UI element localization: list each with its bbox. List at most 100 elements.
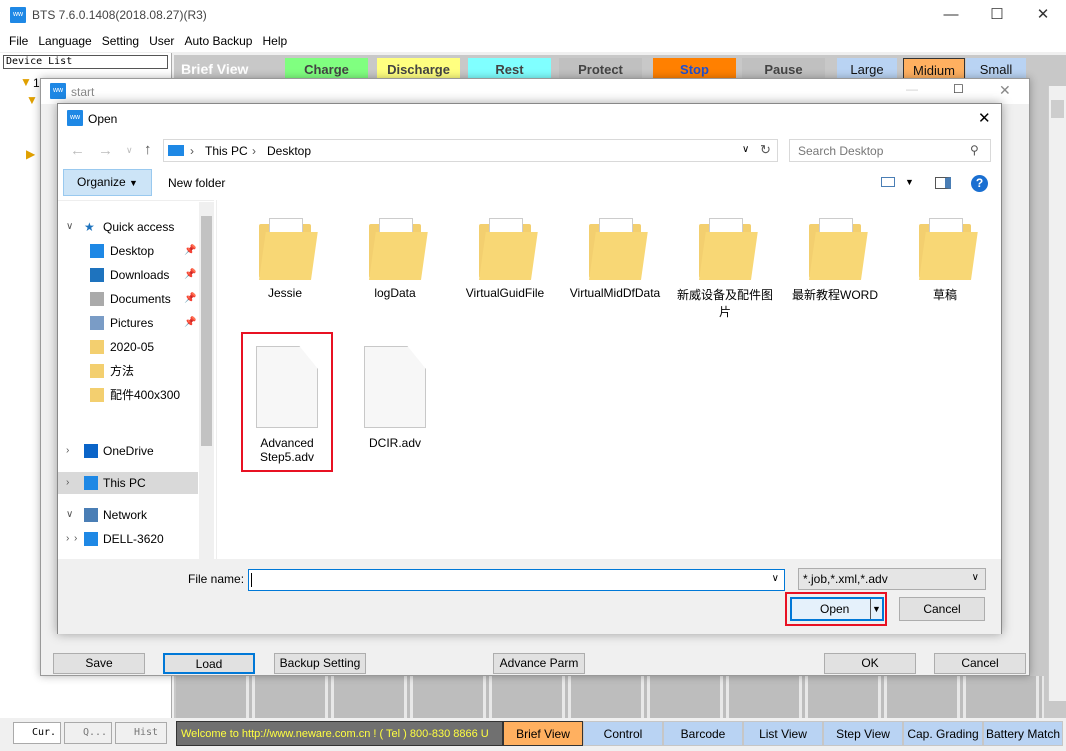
folder-item[interactable]: 最新教程WORD [785, 218, 885, 303]
tree-collapsed-icon[interactable]: ▶ [26, 147, 35, 161]
breadcrumb-desktop[interactable]: Desktop [267, 144, 311, 158]
backup-setting-button[interactable]: Backup Setting [274, 653, 366, 674]
nav-item[interactable]: Desktop 📌 [58, 240, 198, 262]
menu-help[interactable]: Help [262, 34, 287, 48]
toolbar-rest-button[interactable]: Rest [468, 58, 551, 80]
close-button[interactable]: ✕ [1020, 0, 1066, 30]
new-folder-button[interactable]: New folder [168, 176, 225, 190]
menu-auto-backup[interactable]: Auto Backup [184, 34, 252, 48]
address-dropdown-icon[interactable]: ∨ [742, 144, 749, 155]
advance-parm-button[interactable]: Advance Parm [493, 653, 585, 674]
nav-item[interactable]: › OneDrive [58, 440, 198, 462]
bottom-tab[interactable]: Barcode [663, 721, 743, 746]
nav-item-label: Quick access [103, 220, 175, 234]
chevron-right-icon[interactable]: › [74, 528, 77, 550]
folder-item[interactable]: VirtualGuidFile [455, 218, 555, 300]
load-button[interactable]: Load [163, 653, 255, 674]
file-item[interactable]: DCIR.adv [345, 346, 445, 450]
search-input[interactable]: Search Desktop ⚲ [789, 139, 991, 162]
bottom-tab[interactable]: Cap. Grading [903, 721, 983, 746]
recent-chevron-icon[interactable]: ∨ [126, 145, 133, 156]
bottom-tab[interactable]: Step View [823, 721, 903, 746]
folder-item[interactable]: logData [345, 218, 445, 300]
chevron-right-icon[interactable]: › [66, 440, 69, 462]
toolbar-stop-button[interactable]: Stop [653, 58, 736, 80]
nav-item[interactable]: 方法 [58, 360, 198, 382]
left-tab-current[interactable]: Cur. [13, 722, 61, 744]
start-minimize-button[interactable]: — [906, 82, 918, 96]
cancel-button[interactable]: Cancel [899, 597, 985, 621]
bottom-tab[interactable]: Battery Match [983, 721, 1063, 746]
size-midium-button[interactable]: Midium [903, 58, 965, 80]
forward-icon[interactable]: → [98, 142, 113, 159]
folder-item[interactable]: VirtualMidDfData [565, 218, 665, 300]
search-icon[interactable]: ⚲ [970, 143, 979, 157]
file-type-select[interactable]: *.job,*.xml,*.adv ∨ [798, 568, 986, 590]
bottom-tab[interactable]: Brief View [503, 721, 583, 746]
address-bar[interactable]: › This PC › Desktop ∨ ↻ [163, 139, 778, 162]
start-cancel-button[interactable]: Cancel [934, 653, 1026, 674]
pin-icon[interactable]: 📌 [184, 312, 196, 334]
menu-bar: File Language Setting User Auto Backup Help [9, 34, 1059, 48]
chevron-down-icon[interactable]: ∨ [66, 216, 73, 238]
minimize-button[interactable]: — [928, 0, 974, 30]
start-maximize-button[interactable]: ☐ [953, 82, 964, 96]
right-scrollbar[interactable] [1048, 86, 1066, 701]
save-button[interactable]: Save [53, 653, 145, 674]
maximize-button[interactable]: ☐ [974, 0, 1020, 30]
up-icon[interactable]: ↑ [144, 141, 152, 158]
menu-setting[interactable]: Setting [102, 34, 139, 48]
size-large-button[interactable]: Large [837, 58, 897, 80]
nav-item[interactable]: Downloads 📌 [58, 264, 198, 286]
nav-item[interactable]: › This PC [58, 472, 198, 494]
file-name-input[interactable]: ∨ [248, 569, 785, 591]
size-small-button[interactable]: Small [966, 58, 1026, 80]
start-close-button[interactable]: ✕ [999, 82, 1011, 99]
menu-file[interactable]: File [9, 34, 28, 48]
breadcrumb-this-pc[interactable]: This PC [205, 144, 248, 158]
chevron-down-icon[interactable]: ∨ [66, 504, 73, 526]
pin-icon[interactable]: 📌 [184, 240, 196, 262]
view-dropdown-icon[interactable]: ▼ [905, 177, 914, 187]
nav-item[interactable]: ∨ ★ Quick access [58, 216, 198, 238]
tree-node[interactable]: 1 [33, 76, 40, 90]
toolbar-protect-button[interactable]: Protect [559, 58, 642, 80]
view-options-icon[interactable] [881, 177, 895, 187]
toolbar-discharge-button[interactable]: Discharge [377, 58, 460, 80]
pin-icon[interactable]: 📌 [184, 264, 196, 286]
toolbar-charge-button[interactable]: Charge [285, 58, 368, 80]
tree-expand-icon[interactable]: ▼ [20, 75, 32, 89]
nav-item[interactable]: Documents 📌 [58, 288, 198, 310]
bottom-tab[interactable]: List View [743, 721, 823, 746]
left-tab-history[interactable]: Hist [115, 722, 167, 744]
chevron-right-icon[interactable]: › [66, 472, 69, 494]
tree-expand-icon[interactable]: ▼ [26, 93, 38, 107]
nav-item[interactable]: › › DELL-3620 [58, 528, 198, 550]
folder-item[interactable]: Jessie [235, 218, 335, 300]
file-item[interactable]: Advanced Step5.adv [241, 332, 333, 472]
refresh-icon[interactable]: ↻ [760, 142, 771, 158]
open-button[interactable]: Open ▼ [790, 597, 884, 621]
nav-item[interactable]: 配件400x300 [58, 384, 198, 406]
preview-pane-icon[interactable] [935, 177, 951, 189]
chevron-right-icon[interactable]: › [66, 528, 69, 550]
folder-item[interactable]: 草稿 [895, 218, 995, 303]
folder-item[interactable]: 新威设备及配件图片 [675, 218, 775, 320]
organize-button[interactable]: Organize ▼ [63, 169, 152, 196]
nav-item[interactable]: ∨ Network [58, 504, 198, 526]
toolbar-pause-button[interactable]: Pause [742, 58, 825, 80]
file-name-dropdown-icon[interactable]: ∨ [772, 573, 779, 584]
nav-scrollbar[interactable] [199, 202, 214, 559]
nav-item[interactable]: 2020-05 [58, 336, 198, 358]
left-tab-query[interactable]: Q... [64, 722, 112, 744]
bottom-tab[interactable]: Control [583, 721, 663, 746]
help-icon[interactable]: ? [971, 175, 988, 192]
nav-item[interactable]: Pictures 📌 [58, 312, 198, 334]
menu-user[interactable]: User [149, 34, 174, 48]
open-dropdown-icon[interactable]: ▼ [870, 599, 882, 619]
back-icon[interactable]: ← [70, 142, 85, 159]
menu-language[interactable]: Language [38, 34, 91, 48]
ok-button[interactable]: OK [824, 653, 916, 674]
open-close-button[interactable]: ✕ [978, 109, 991, 127]
pin-icon[interactable]: 📌 [184, 288, 196, 310]
